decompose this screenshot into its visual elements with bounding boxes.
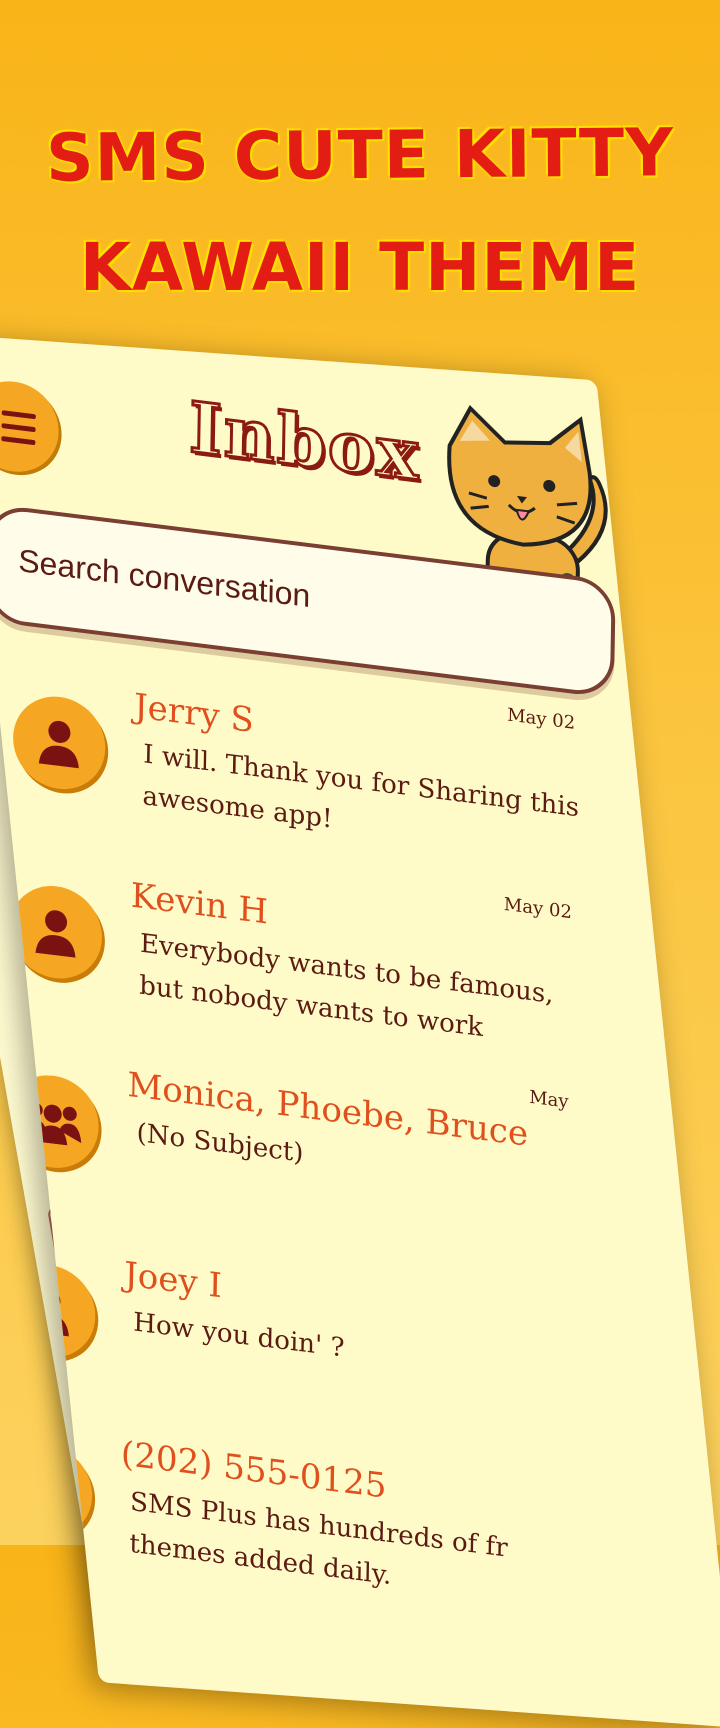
person-icon bbox=[12, 691, 107, 795]
list-item[interactable]: May 02 Kevin H Everybody wants to be fam… bbox=[8, 861, 573, 1080]
conversation-message: I will. Thank you for Sharing this aweso… bbox=[142, 739, 580, 835]
list-item[interactable]: May Monica, Phoebe, Bruce (No Subject) bbox=[5, 1050, 569, 1269]
conversation-name: Jerry S bbox=[133, 686, 255, 741]
inbox-screen: Inbox May 02 bbox=[0, 335, 720, 1728]
list-item[interactable]: ? (202) 555-0125 SMS Plus has hundreds o… bbox=[0, 1419, 562, 1638]
conversation-date: May 02 bbox=[506, 704, 576, 734]
menu-button[interactable] bbox=[0, 376, 60, 477]
list-item[interactable]: Joey I How you doin' ? bbox=[2, 1240, 565, 1459]
list-item[interactable]: May 02 Jerry S I will. Thank you for Sha… bbox=[12, 671, 579, 890]
promo-headline: SMS CUTE KITTY KAWAII THEME bbox=[0, 100, 720, 324]
conversation-message: How you doin' ? bbox=[133, 1307, 345, 1364]
hamburger-icon bbox=[1, 406, 36, 449]
conversation-date: May bbox=[529, 1086, 569, 1113]
page-title: Inbox bbox=[187, 384, 423, 498]
promo-line-2: KAWAII THEME bbox=[79, 229, 641, 306]
conversation-message: Everybody wants to be famous, but nobody… bbox=[138, 928, 554, 1044]
question-icon: ? bbox=[0, 1438, 93, 1543]
search-input[interactable] bbox=[15, 540, 462, 635]
conversation-name: Joey I bbox=[123, 1254, 223, 1307]
promo-line-1: SMS CUTE KITTY bbox=[45, 114, 675, 197]
conversation-date: May 02 bbox=[503, 893, 573, 924]
